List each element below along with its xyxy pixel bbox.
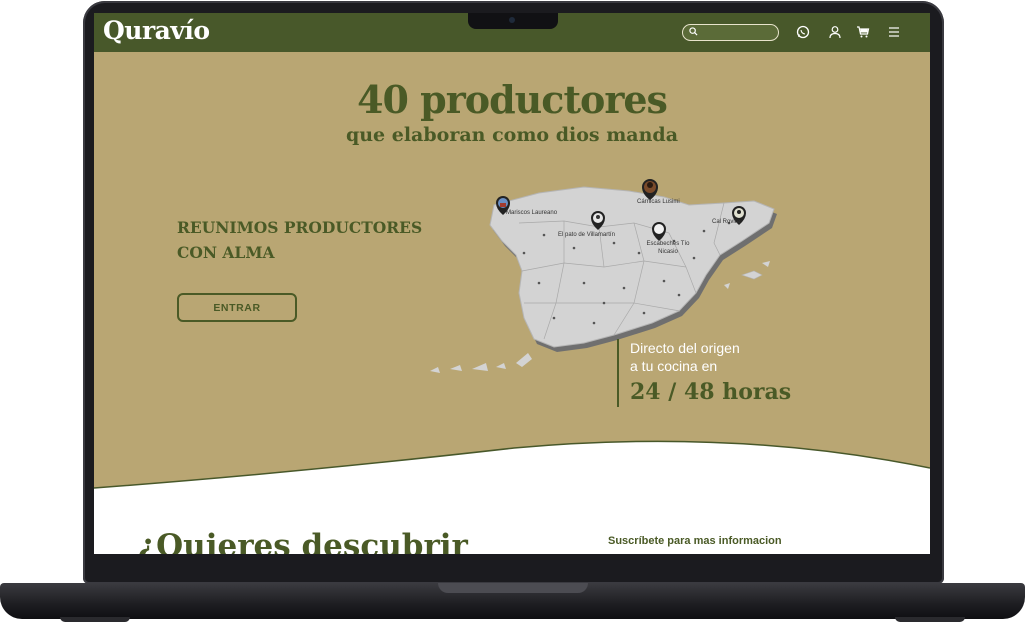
delivery-line-2: a tu cocina en [630, 358, 718, 374]
laptop-foot [60, 617, 130, 622]
search-icon [689, 27, 698, 36]
delivery-line-1: Directo del origen [630, 340, 740, 356]
laptop-base [0, 583, 1025, 619]
camera-notch [468, 13, 558, 29]
menu-icon[interactable] [886, 24, 902, 40]
enter-button[interactable]: ENTRAR [177, 293, 297, 322]
producer-label: Mariscos Laureano [506, 210, 558, 216]
delivery-hours: 24 / 48 horas [630, 379, 792, 405]
browser-screen: Quravío 40 productores que elaboran como… [94, 13, 930, 554]
producer-label: Cal Rovira [712, 219, 741, 225]
hero-tagline: REUNIMOS PRODUCTORES CON ALMA [177, 218, 423, 262]
device-mockup: Quravío 40 productores que elaboran como… [0, 0, 1025, 624]
hero-subtitle: que elaboran como dios manda [345, 124, 679, 146]
producer-label: El pato de Villamartín [558, 232, 615, 238]
base-opening [438, 583, 588, 593]
whatsapp-icon[interactable] [795, 24, 811, 40]
discover-heading: ¿Quieres descubrir [138, 528, 468, 554]
search-input[interactable] [682, 24, 779, 41]
site-logo[interactable]: Quravío [103, 16, 210, 45]
camera-icon [509, 17, 515, 23]
delivery-info: Directo del origen a tu cocina en 24 / 4… [617, 339, 830, 407]
cart-icon[interactable] [855, 24, 871, 40]
user-icon[interactable] [827, 24, 843, 40]
producer-label: Cárnicas Lusimi [637, 199, 680, 205]
producer-label: Escabeches Tío Nicasio [646, 241, 690, 255]
subscribe-text: Suscríbete para mas informacion [608, 535, 782, 547]
hero-title: 40 productores [357, 77, 668, 122]
laptop-foot [895, 617, 965, 622]
